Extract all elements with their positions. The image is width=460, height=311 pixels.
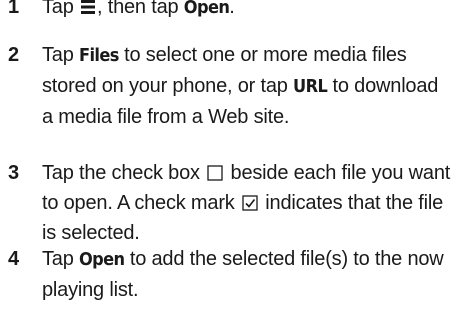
step-number: 3 [8, 162, 20, 184]
files-label: Files [79, 45, 119, 66]
open-label: Open [183, 0, 230, 18]
step-text: Tap the check box beside each file you w… [42, 162, 451, 244]
open-label: Open [79, 249, 125, 270]
checkbox-empty-icon [207, 165, 223, 181]
step-number: 4 [8, 248, 20, 270]
checkbox-checked-icon [242, 195, 258, 211]
menu-icon [81, 0, 96, 14]
url-label: URL [293, 76, 328, 97]
step-number: 2 [8, 44, 20, 66]
step-text: Tap Files to select one or more media fi… [42, 44, 439, 128]
step-text: Tap , then tap Open. [42, 0, 452, 23]
step-number: 1 [8, 0, 20, 18]
step-text: Tap Open to add the selected file(s) to … [42, 248, 444, 301]
